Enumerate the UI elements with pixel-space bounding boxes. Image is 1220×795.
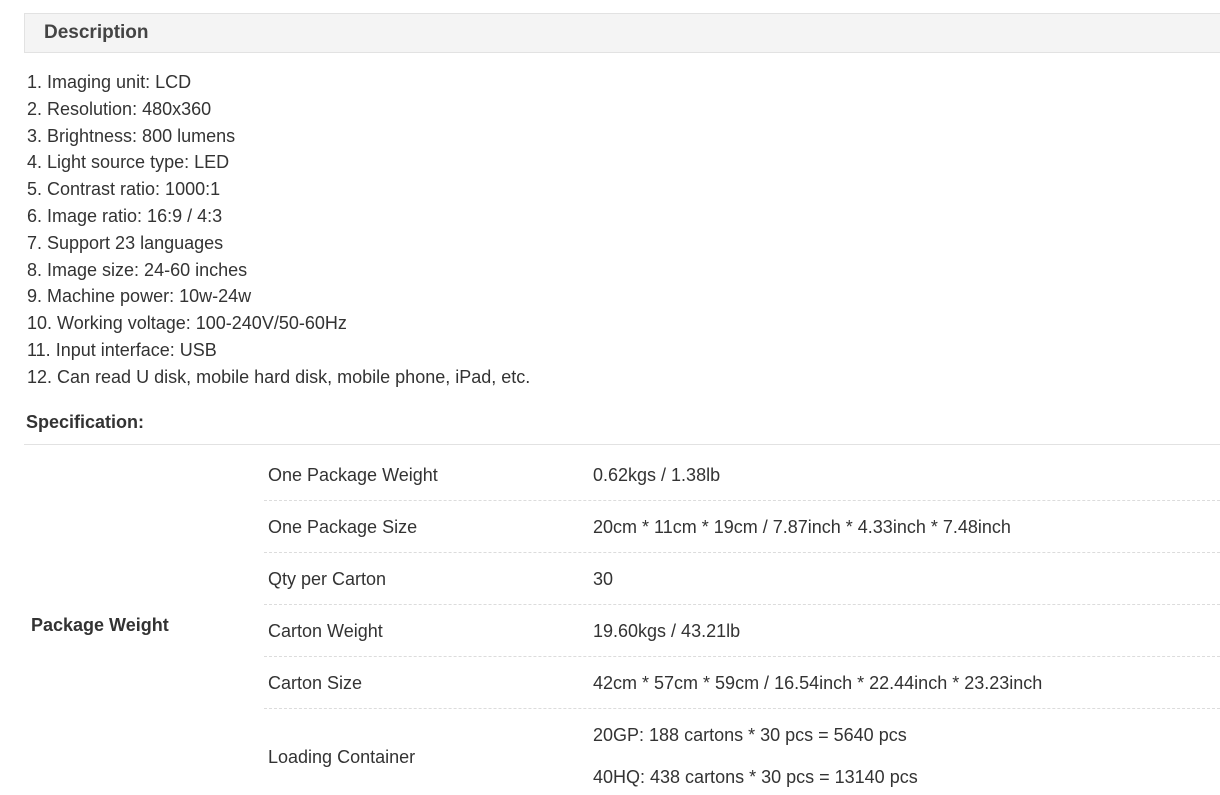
spec-value: 0.62kgs / 1.38lb (593, 465, 721, 485)
spec-key: Carton Weight (268, 621, 383, 641)
spec-value: 20cm * 11cm * 19cm / 7.87inch * 4.33inch… (593, 517, 1011, 537)
description-item: 12. Can read U disk, mobile hard disk, m… (27, 366, 531, 387)
spec-key: One Package Weight (268, 465, 438, 485)
spec-value: 42cm * 57cm * 59cm / 16.54inch * 22.44in… (593, 673, 1043, 693)
description-item: 8. Image size: 24-60 inches (27, 259, 248, 280)
description-item: 10. Working voltage: 100-240V/50-60Hz (27, 313, 347, 334)
description-item: 5. Contrast ratio: 1000:1 (27, 179, 221, 200)
description-item: 11. Input interface: USB (27, 339, 217, 360)
spec-key: Loading Container (268, 747, 416, 767)
spec-group-label: Package Weight (31, 615, 169, 635)
description-item: 1. Imaging unit: LCD (27, 72, 192, 92)
description-item: 2. Resolution: 480x360 (27, 98, 212, 119)
spec-row-carton-size: Carton Size 42cm * 57cm * 59cm / 16.54in… (264, 657, 1220, 709)
spec-key: One Package Size (268, 517, 418, 537)
spec-value: 19.60kgs / 43.21lb (593, 621, 741, 641)
spec-value-line-40hq: 40HQ: 438 cartons * 30 pcs = 13140 pcs (593, 767, 918, 787)
specification-title: Specification: (26, 412, 145, 432)
spec-row-package-size: One Package Size 20cm * 11cm * 19cm / 7.… (264, 501, 1220, 553)
spec-row-package-weight: One Package Weight 0.62kgs / 1.38lb (264, 449, 1220, 501)
description-header: Description (24, 13, 1220, 53)
product-description-page: Description 1. Imaging unit: LCD 2. Reso… (0, 0, 1220, 795)
description-item: 9. Machine power: 10w-24w (27, 286, 252, 307)
description-item: 7. Support 23 languages (27, 232, 224, 253)
spec-row-qty-per-carton: Qty per Carton 30 (264, 553, 1220, 605)
description-title: Description (44, 22, 149, 43)
description-item: 3. Brightness: 800 lumens (27, 125, 236, 146)
spec-key: Qty per Carton (268, 569, 387, 589)
spec-value: 30 (593, 569, 614, 589)
description-item: 4. Light source type: LED (27, 152, 230, 173)
description-list: 1. Imaging unit: LCD 2. Resolution: 480x… (27, 69, 530, 391)
description-item: 6. Image ratio: 16:9 / 4:3 (27, 205, 223, 226)
specification-divider (24, 444, 1220, 445)
spec-key: Carton Size (268, 673, 363, 693)
spec-row-carton-weight: Carton Weight 19.60kgs / 43.21lb (264, 605, 1220, 657)
spec-value-line-20gp: 20GP: 188 cartons * 30 pcs = 5640 pcs (593, 725, 907, 745)
